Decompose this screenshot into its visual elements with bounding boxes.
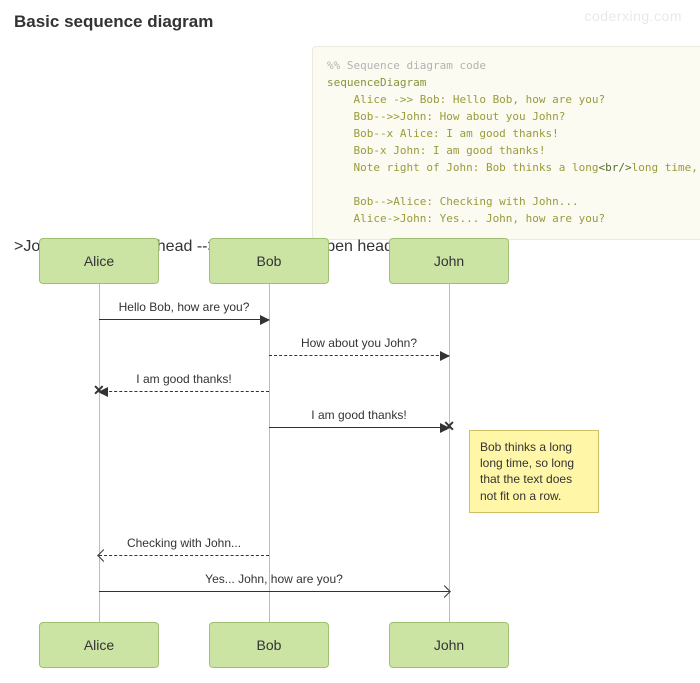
message-line <box>269 355 449 356</box>
code-keyword: sequenceDiagram <box>327 76 426 89</box>
actor-john-bottom: John <box>389 622 509 668</box>
message-3: I am good thanks! ✕ <box>99 372 269 392</box>
code-line: long time, so long< <box>632 161 700 174</box>
message-line <box>99 391 269 392</box>
actor-label: Bob <box>257 253 282 269</box>
page-title: Basic sequence diagram <box>14 12 686 32</box>
actor-label: John <box>434 637 464 653</box>
message-label: Yes... John, how are you? <box>99 572 449 586</box>
sequence-diagram: Alice Bob John Hello Bob, how are you? >… <box>14 238 686 668</box>
code-line: Note right of John: Bob thinks a long <box>327 161 599 174</box>
message-label: I am good thanks! <box>99 372 269 386</box>
message-5: Checking with John... <box>99 536 269 556</box>
arrowhead-x-icon: ✕ <box>93 382 105 399</box>
actor-label: John <box>434 253 464 269</box>
actor-label: Alice <box>84 253 114 269</box>
code-block: %% Sequence diagram code sequenceDiagram… <box>312 46 700 240</box>
note-text: Bob thinks a long long time, so long tha… <box>480 440 574 503</box>
actor-alice-top: Alice <box>39 238 159 284</box>
lifeline-john <box>449 284 450 622</box>
page: Basic sequence diagram coderxing.com %% … <box>0 0 700 683</box>
code-comment: %% Sequence diagram code <box>327 59 486 72</box>
message-6: Yes... John, how are you? <box>99 572 449 592</box>
message-line <box>269 427 449 428</box>
code-line: Bob-->Alice: Checking with John... <box>327 195 579 208</box>
message-2: How about you John? <box>269 336 449 356</box>
actor-alice-bottom: Alice <box>39 622 159 668</box>
message-4: I am good thanks! ✕ <box>269 408 449 428</box>
code-line: Alice ->> Bob: Hello Bob, how are you? <box>327 93 605 106</box>
message-line <box>99 591 449 592</box>
message-1: Hello Bob, how are you? <box>99 300 269 320</box>
actor-bob-top: Bob <box>209 238 329 284</box>
actor-bob-bottom: Bob <box>209 622 329 668</box>
code-line: Alice->John: Yes... John, how are you? <box>327 212 605 225</box>
message-label: How about you John? <box>269 336 449 350</box>
note-box: Bob thinks a long long time, so long tha… <box>469 430 599 513</box>
code-line: Bob--x Alice: I am good thanks! <box>327 127 559 140</box>
arrowhead-solid-icon <box>440 351 450 361</box>
message-label: Hello Bob, how are you? <box>99 300 269 314</box>
actor-label: Alice <box>84 637 114 653</box>
message-label: I am good thanks! <box>269 408 449 422</box>
message-label: Checking with John... <box>99 536 269 550</box>
message-line <box>99 555 269 556</box>
arrowhead-solid-icon <box>260 315 270 325</box>
message-line <box>99 319 269 320</box>
code-line: Bob-x John: I am good thanks! <box>327 144 546 157</box>
actor-label: Bob <box>257 637 282 653</box>
code-line: Bob-->>John: How about you John? <box>327 110 565 123</box>
actor-john-top: John <box>389 238 509 284</box>
arrowhead-x-icon: ✕ <box>443 418 455 435</box>
code-tag: <br/> <box>599 161 632 174</box>
